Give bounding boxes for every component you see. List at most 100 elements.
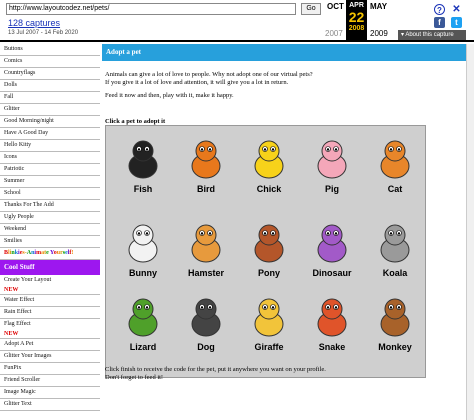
sidebar-item[interactable]: Fall bbox=[0, 92, 100, 104]
sidebar-item[interactable]: Glitter Text bbox=[0, 399, 100, 411]
sidebar-item[interactable]: Create Your Layout bbox=[0, 275, 100, 287]
sidebar-item[interactable]: Buttons bbox=[0, 44, 100, 56]
pet-label: Dinosaur bbox=[312, 268, 352, 278]
sidebar-item[interactable]: FunPix bbox=[0, 363, 100, 375]
new-badge: NEW bbox=[0, 331, 100, 339]
pet-grid: Fish Bird Chick Pig Cat Bunny Hamster Pony Dinos… bbox=[105, 125, 426, 378]
pony-icon bbox=[254, 224, 284, 263]
pet-dinosaur[interactable]: Dinosaur bbox=[302, 220, 362, 302]
lizard-icon bbox=[128, 298, 158, 337]
giraffe-icon bbox=[254, 298, 284, 337]
sidebar-item[interactable]: Water Effect bbox=[0, 295, 100, 307]
sidebar-item[interactable]: Summer bbox=[0, 176, 100, 188]
cat-icon bbox=[380, 140, 410, 179]
dinosaur-icon bbox=[317, 224, 347, 263]
facebook-icon[interactable]: f bbox=[434, 17, 445, 28]
current-day: 22 bbox=[348, 9, 365, 25]
sidebar-item[interactable]: Friend Scroller bbox=[0, 375, 100, 387]
fish-icon bbox=[128, 140, 158, 179]
dog-icon bbox=[191, 298, 221, 337]
about-capture-button[interactable]: ▾ About this capture bbox=[398, 30, 466, 40]
sidebar-item[interactable]: Have A Good Day bbox=[0, 128, 100, 140]
current-month: APR bbox=[349, 2, 364, 9]
current-year: 2008 bbox=[348, 25, 365, 32]
pig-icon bbox=[317, 140, 347, 179]
page-title: Adopt a pet bbox=[102, 44, 474, 61]
sidebar-item[interactable]: Dolls bbox=[0, 80, 100, 92]
scrollbar[interactable] bbox=[466, 44, 474, 420]
sidebar-item[interactable]: Good Morning/night bbox=[0, 116, 100, 128]
sidebar-item[interactable]: Image Magic bbox=[0, 387, 100, 399]
pet-label: Lizard bbox=[129, 342, 157, 352]
pet-label: Fish bbox=[133, 184, 153, 194]
wayback-toolbar: http://www.layoutcodez.net/pets/ Go 128 … bbox=[0, 0, 474, 42]
close-icon[interactable]: ✕ bbox=[451, 4, 462, 15]
pet-pony[interactable]: Pony bbox=[239, 220, 299, 302]
twitter-icon[interactable]: t bbox=[451, 17, 462, 28]
pet-label: Bunny bbox=[129, 268, 157, 278]
pet-fish[interactable]: Fish bbox=[113, 136, 173, 218]
current-capture: APR 22 2008 bbox=[346, 0, 367, 40]
pet-label: Giraffe bbox=[254, 342, 284, 352]
sidebar-section-cool-stuff: Cool Stuff bbox=[0, 260, 100, 275]
pet-label: Monkey bbox=[378, 342, 412, 352]
hamster-icon bbox=[191, 224, 221, 263]
next-year-link[interactable]: 2009 bbox=[370, 29, 388, 38]
pet-chick[interactable]: Chick bbox=[239, 136, 299, 218]
pet-label: Koala bbox=[382, 268, 408, 278]
intro-line-2: If you give it a lot of love and attenti… bbox=[105, 79, 289, 86]
sidebar-item[interactable]: Icons bbox=[0, 152, 100, 164]
sidebar-item[interactable]: Thanks For The Add bbox=[0, 200, 100, 212]
sidebar-item[interactable]: Countryflags bbox=[0, 68, 100, 80]
bird-icon bbox=[191, 140, 221, 179]
intro-line-1: Animals can give a lot of love to people… bbox=[105, 71, 313, 78]
koala-icon bbox=[380, 224, 410, 263]
new-badge: NEW bbox=[0, 287, 100, 295]
sidebar-item[interactable]: Glitter Your Images bbox=[0, 351, 100, 363]
main-content: Adopt a pet Animals can give a lot of lo… bbox=[102, 44, 474, 420]
sidebar-item[interactable]: Smilies bbox=[0, 236, 100, 248]
sidebar-item-blinkies[interactable]: Blinkies-Animate Yourself! bbox=[0, 248, 100, 260]
pet-label: Snake bbox=[318, 342, 346, 352]
sidebar-item[interactable]: Hello Kitty bbox=[0, 140, 100, 152]
sidebar-item[interactable]: Patriotic bbox=[0, 164, 100, 176]
pet-label: Pony bbox=[257, 268, 280, 278]
pet-label: Dog bbox=[197, 342, 215, 352]
sidebar: Buttons Comics Countryflags Dolls Fall Glitte… bbox=[0, 44, 100, 420]
pet-snake[interactable]: Snake bbox=[302, 294, 362, 376]
pet-cat[interactable]: Cat bbox=[365, 136, 425, 218]
sidebar-item[interactable]: Weekend bbox=[0, 224, 100, 236]
sidebar-item[interactable]: Flag Effect bbox=[0, 319, 100, 331]
pet-lizard[interactable]: Lizard bbox=[113, 294, 173, 376]
go-button[interactable]: Go bbox=[301, 3, 321, 15]
intro-line-3: Feed it now and then, play with it, make… bbox=[105, 92, 234, 99]
pet-monkey[interactable]: Monkey bbox=[365, 294, 425, 376]
pet-instruction: Click a pet to adopt it bbox=[105, 118, 166, 125]
footer-line-2: Don't forget to feed it! bbox=[105, 374, 164, 381]
sidebar-item[interactable]: Adopt A Pet bbox=[0, 339, 100, 351]
pet-pig[interactable]: Pig bbox=[302, 136, 362, 218]
pet-bunny[interactable]: Bunny bbox=[113, 220, 173, 302]
bunny-icon bbox=[128, 224, 158, 263]
sidebar-item[interactable]: School bbox=[0, 188, 100, 200]
help-icon[interactable]: ? bbox=[434, 4, 445, 15]
url-input[interactable]: http://www.layoutcodez.net/pets/ bbox=[6, 3, 296, 15]
sidebar-item[interactable]: Glitter bbox=[0, 104, 100, 116]
pet-label: Chick bbox=[256, 184, 282, 194]
monkey-icon bbox=[380, 298, 410, 337]
sidebar-item[interactable]: Ugly People bbox=[0, 212, 100, 224]
pet-label: Bird bbox=[197, 184, 215, 194]
prev-year-link[interactable]: 2007 bbox=[325, 29, 343, 38]
sidebar-item[interactable]: Comics bbox=[0, 56, 100, 68]
pet-label: Cat bbox=[387, 184, 403, 194]
pet-bird[interactable]: Bird bbox=[176, 136, 236, 218]
sidebar-item[interactable]: Rain Effect bbox=[0, 307, 100, 319]
prev-month-link[interactable]: OCT bbox=[327, 2, 344, 11]
pet-label: Pig bbox=[324, 184, 339, 194]
pet-koala[interactable]: Koala bbox=[365, 220, 425, 302]
pet-giraffe[interactable]: Giraffe bbox=[239, 294, 299, 376]
captures-link[interactable]: 128 captures bbox=[8, 18, 60, 28]
pet-hamster[interactable]: Hamster bbox=[176, 220, 236, 302]
pet-dog[interactable]: Dog bbox=[176, 294, 236, 376]
next-month-link[interactable]: MAY bbox=[370, 2, 387, 11]
